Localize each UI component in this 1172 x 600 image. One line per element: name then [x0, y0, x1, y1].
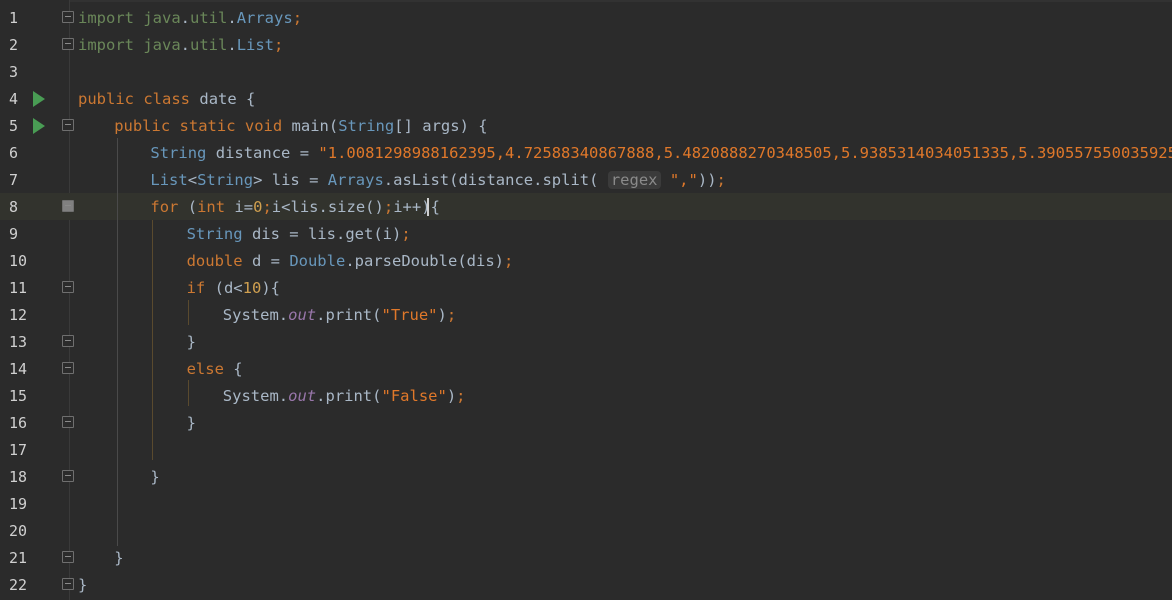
- line-number: 9: [9, 225, 19, 243]
- code-text: import java.util.Arrays;: [78, 9, 303, 27]
- code-line[interactable]: 2 import java.util.List;: [0, 31, 1172, 58]
- code-line[interactable]: 8 for (int i=0;i<lis.size();i++){: [0, 193, 1172, 220]
- line-number: 7: [9, 171, 19, 189]
- line-number: 4: [9, 90, 19, 108]
- code-line[interactable]: 11 if (d<10){: [0, 274, 1172, 301]
- run-gutter-icon[interactable]: [33, 118, 45, 134]
- line-number: 15: [9, 387, 28, 405]
- code-line[interactable]: 1 import java.util.Arrays;: [0, 4, 1172, 31]
- param-hint: regex: [607, 171, 661, 189]
- code-line[interactable]: 21}: [0, 544, 1172, 571]
- code-line[interactable]: 20: [0, 517, 1172, 544]
- code-text: for (int i=0;i<lis.size();i++){: [150, 198, 440, 216]
- fold-marker-icon[interactable]: [62, 551, 74, 563]
- line-number: 8: [9, 198, 19, 216]
- line-number: 2: [9, 36, 19, 54]
- fold-marker-icon[interactable]: [62, 578, 74, 590]
- line-number: 10: [9, 252, 28, 270]
- fold-marker-icon[interactable]: [62, 11, 74, 23]
- code-line[interactable]: 17: [0, 436, 1172, 463]
- code-line[interactable]: 5 public static void main(String[] args) …: [0, 112, 1172, 139]
- line-number: 19: [9, 495, 28, 513]
- code-line[interactable]: 18}: [0, 463, 1172, 490]
- line-number: 1: [9, 9, 19, 27]
- code-text: public static void main(String[] args) {: [114, 117, 488, 135]
- line-number: 18: [9, 468, 28, 486]
- code-text: }: [186, 333, 196, 351]
- code-text: System.out.print("False");: [222, 387, 466, 405]
- code-line[interactable]: 7 List<String> lis = Arrays.asList(distan…: [0, 166, 1172, 193]
- code-text: }: [186, 414, 196, 432]
- line-number: 5: [9, 117, 19, 135]
- fold-marker-icon[interactable]: [62, 335, 74, 347]
- code-text: }: [150, 468, 160, 486]
- line-number: 21: [9, 549, 28, 567]
- code-text: double d = Double.parseDouble(dis);: [186, 252, 514, 270]
- code-text: import java.util.List;: [78, 36, 284, 54]
- line-number: 22: [9, 576, 28, 594]
- fold-marker-icon[interactable]: [62, 38, 74, 50]
- line-number: 11: [9, 279, 28, 297]
- line-number: 3: [9, 63, 19, 81]
- code-line[interactable]: 9 String dis = lis.get(i);: [0, 220, 1172, 247]
- code-line[interactable]: 19: [0, 490, 1172, 517]
- code-text: }: [114, 549, 124, 567]
- code-line[interactable]: 13}: [0, 328, 1172, 355]
- text-cursor: [427, 198, 429, 216]
- line-number: 16: [9, 414, 28, 432]
- code-line[interactable]: 3: [0, 58, 1172, 85]
- code-text: public class date {: [78, 90, 256, 108]
- fold-marker-icon[interactable]: [62, 470, 74, 482]
- line-number: 12: [9, 306, 28, 324]
- editor-top-border: [0, 0, 1172, 2]
- code-text: else {: [186, 360, 243, 378]
- fold-marker-icon[interactable]: [62, 119, 74, 131]
- fold-marker-icon[interactable]: [62, 200, 74, 212]
- fold-marker-icon[interactable]: [62, 416, 74, 428]
- code-editor[interactable]: 1 import java.util.Arrays; 2 import java.ut…: [0, 0, 1172, 600]
- line-number: 14: [9, 360, 28, 378]
- code-text: List<String> lis = Arrays.asList(distanc…: [150, 171, 726, 189]
- code-line[interactable]: 15 System.out.print("False");: [0, 382, 1172, 409]
- code-text: String dis = lis.get(i);: [186, 225, 411, 243]
- code-line[interactable]: 4 public class date {: [0, 85, 1172, 112]
- code-line[interactable]: 6 String distance = "1.0081298988162395,4…: [0, 139, 1172, 166]
- indent-guide: [117, 138, 118, 546]
- code-text: if (d<10){: [186, 279, 280, 297]
- code-text: System.out.print("True");: [222, 306, 457, 324]
- line-number: 6: [9, 144, 19, 162]
- line-number: 20: [9, 522, 28, 540]
- line-number: 17: [9, 441, 28, 459]
- code-line[interactable]: 10 double d = Double.parseDouble(dis);: [0, 247, 1172, 274]
- code-line[interactable]: 12 System.out.print("True");: [0, 301, 1172, 328]
- code-line[interactable]: 22}: [0, 571, 1172, 598]
- code-line[interactable]: 14 else {: [0, 355, 1172, 382]
- code-text: String distance = "1.0081298988162395,4.…: [150, 144, 1172, 162]
- line-number: 13: [9, 333, 28, 351]
- run-gutter-icon[interactable]: [33, 91, 45, 107]
- indent-guide: [188, 300, 189, 325]
- indent-guide: [152, 220, 153, 460]
- fold-marker-icon[interactable]: [62, 362, 74, 374]
- code-text: }: [78, 576, 88, 594]
- indent-guide: [188, 380, 189, 406]
- fold-marker-icon[interactable]: [62, 281, 74, 293]
- code-line[interactable]: 16}: [0, 409, 1172, 436]
